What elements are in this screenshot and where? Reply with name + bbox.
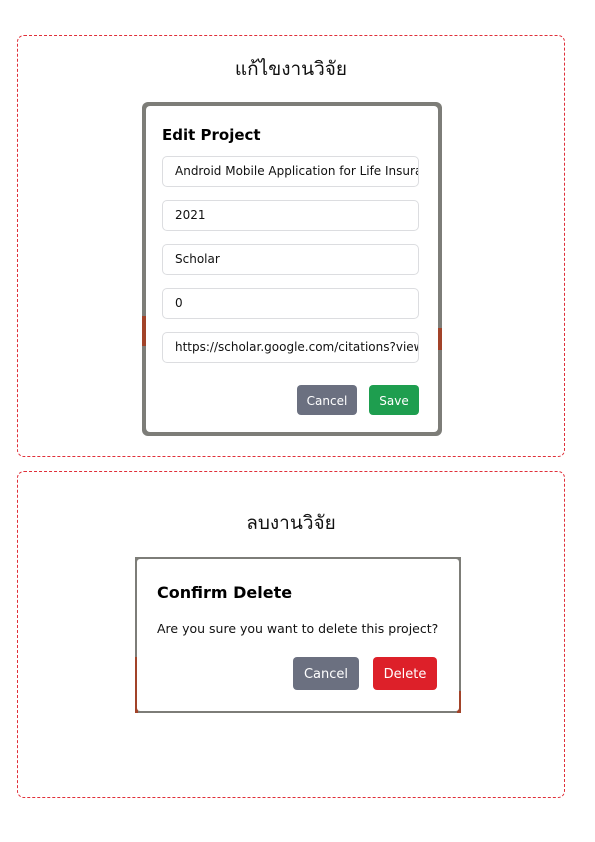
modal-title: Confirm Delete xyxy=(157,583,293,602)
save-button[interactable]: Save xyxy=(369,385,419,415)
delete-modal-backdrop: Confirm Delete Are you sure you want to … xyxy=(135,557,461,713)
cancel-button[interactable]: Cancel xyxy=(293,657,359,690)
project-title-input[interactable]: Android Mobile Application for Life Insu… xyxy=(162,156,419,187)
project-citations-input[interactable]: 0 xyxy=(162,288,419,319)
cancel-button[interactable]: Cancel xyxy=(297,385,357,415)
confirm-message: Are you sure you want to delete this pro… xyxy=(157,621,439,636)
edit-section-title: แก้ไขงานวิจัย xyxy=(234,58,348,80)
project-url-input[interactable]: https://scholar.google.com/citations?vie… xyxy=(162,332,419,363)
delete-section-title: ลบงานวิจัย xyxy=(246,512,336,534)
delete-research-section: ลบงานวิจัย Confirm Delete Are you sure y… xyxy=(17,471,565,798)
page: แก้ไขงานวิจัย Edit Project Android Mobil… xyxy=(0,0,595,842)
edit-modal-backdrop: Edit Project Android Mobile Application … xyxy=(142,102,442,436)
confirm-delete-modal: Confirm Delete Are you sure you want to … xyxy=(137,559,459,711)
edit-project-modal: Edit Project Android Mobile Application … xyxy=(146,106,438,432)
project-source-input[interactable]: Scholar xyxy=(162,244,419,275)
edit-research-section: แก้ไขงานวิจัย Edit Project Android Mobil… xyxy=(17,35,565,457)
project-year-input[interactable]: 2021 xyxy=(162,200,419,231)
modal-title: Edit Project xyxy=(162,126,261,144)
delete-button[interactable]: Delete xyxy=(373,657,437,690)
